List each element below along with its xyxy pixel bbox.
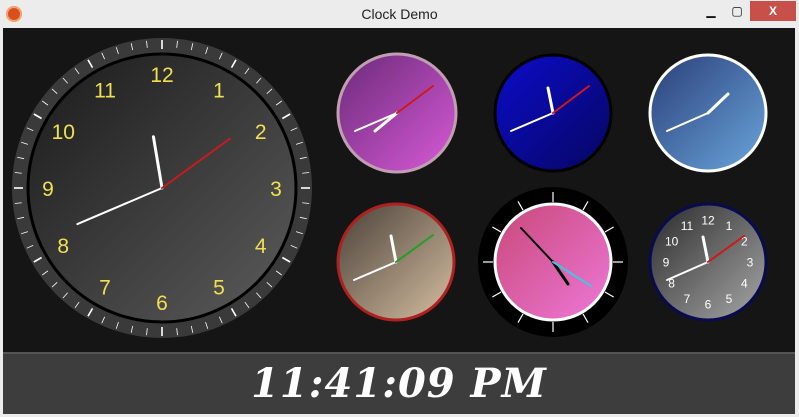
main-clock-number: 8 [57, 235, 69, 258]
gray-clock-number: 4 [741, 277, 748, 291]
main-clock: 121234567891011 [12, 38, 312, 338]
title-bar: Clock Demo ▁ ▢ X [0, 0, 799, 28]
gray-clock-number: 10 [665, 235, 679, 249]
gray-clock-number: 5 [726, 292, 733, 306]
sepia-clock [336, 202, 456, 322]
gray-clock-number: 3 [747, 256, 754, 270]
main-clock-number: 12 [150, 64, 173, 87]
main-clock-number: 4 [255, 235, 267, 258]
main-clock-number: 10 [52, 121, 75, 144]
gray-clock-number: 7 [684, 292, 691, 306]
clocks-canvas: 121234567891011 12 1234567891011 [12, 38, 768, 338]
close-button[interactable]: X [750, 1, 796, 21]
purple-clock [336, 52, 458, 174]
window-title: Clock Demo [361, 6, 438, 22]
gray-clock-number: 11 [681, 219, 694, 233]
pink-clock [478, 187, 628, 337]
digital-clock-bar: 11:41:09 PM [3, 352, 795, 414]
clock-panel: 12 1 2 3 4 5 6 7 8 9 10 11 12 1 2 3 4 5 … [3, 28, 795, 352]
blue-clock [493, 53, 613, 173]
main-clock-number: 1 [213, 79, 225, 102]
main-clock-number: 3 [270, 178, 282, 201]
main-clock-number: 9 [42, 178, 54, 201]
gray-clock-number: 6 [705, 298, 712, 312]
gray-clock-number: 1 [726, 219, 733, 233]
gray-clock: 12 1234567891011 [648, 202, 768, 322]
gray-clock-number: 9 [663, 256, 670, 270]
minimize-button[interactable]: ▁ [698, 1, 724, 21]
maximize-button[interactable]: ▢ [724, 1, 750, 21]
main-clock-number: 2 [255, 121, 267, 144]
main-clock-number: 5 [213, 277, 225, 300]
digital-time: 11:41:09 PM [251, 360, 547, 407]
main-clock-number: 7 [99, 277, 111, 300]
gray-clock-number: 12 [701, 214, 715, 228]
steel-clock [648, 53, 768, 173]
main-clock-number: 11 [94, 79, 116, 102]
main-clock-number: 6 [156, 292, 168, 315]
